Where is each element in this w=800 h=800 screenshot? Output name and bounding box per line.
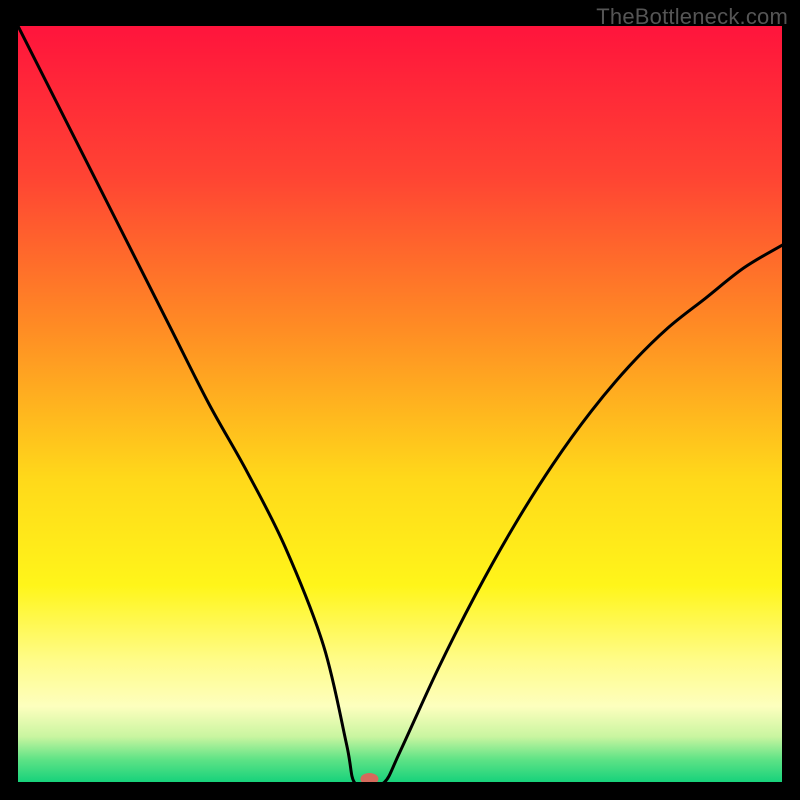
chart-frame [18, 26, 782, 782]
chart-background [18, 26, 782, 782]
bottleneck-chart [18, 26, 782, 782]
watermark-text: TheBottleneck.com [596, 4, 788, 30]
